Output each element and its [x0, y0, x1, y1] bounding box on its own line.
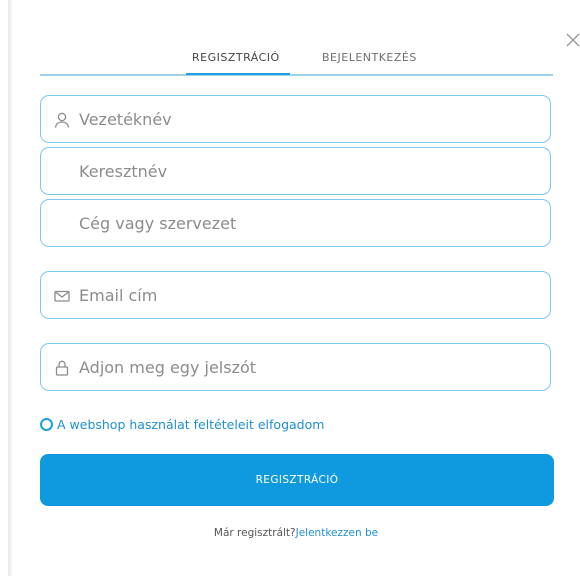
- close-icon: [566, 33, 580, 47]
- organization-field: [40, 199, 551, 247]
- page: REGISZTRÁCIÓ BEJELENTKEZÉS Vezetéknév Ke…: [0, 0, 580, 576]
- terms-label[interactable]: A webshop használat feltételeit elfogado…: [57, 417, 324, 432]
- first-name-input[interactable]: [79, 148, 539, 194]
- tab-login[interactable]: BEJELENTKEZÉS: [322, 51, 417, 73]
- close-button[interactable]: [561, 28, 580, 52]
- register-button[interactable]: REGISZTRÁCIÓ: [40, 454, 554, 506]
- terms-radio[interactable]: [40, 417, 53, 431]
- password-field: [40, 343, 551, 391]
- login-link[interactable]: Jelentkezzen be: [296, 527, 378, 539]
- terms-checkbox-row[interactable]: A webshop használat feltételeit elfogado…: [40, 414, 324, 434]
- organization-input[interactable]: [79, 200, 539, 246]
- tab-register[interactable]: REGISZTRÁCIÓ: [186, 51, 290, 75]
- last-name-field: [40, 95, 551, 143]
- register-modal: REGISZTRÁCIÓ BEJELENTKEZÉS Vezetéknév Ke…: [12, 0, 580, 576]
- envelope-icon: [54, 290, 70, 302]
- login-prompt: Már regisztrált?Jelentkezzen be: [12, 527, 580, 539]
- auth-tabs: REGISZTRÁCIÓ BEJELENTKEZÉS: [40, 48, 553, 76]
- password-input[interactable]: [79, 344, 539, 390]
- email-field: [40, 271, 551, 319]
- user-icon: [54, 112, 70, 128]
- lock-icon: [55, 360, 69, 376]
- login-prompt-text: Már regisztrált?: [213, 527, 296, 539]
- last-name-input[interactable]: [79, 96, 539, 142]
- first-name-field: [40, 147, 551, 195]
- email-input[interactable]: [79, 272, 539, 318]
